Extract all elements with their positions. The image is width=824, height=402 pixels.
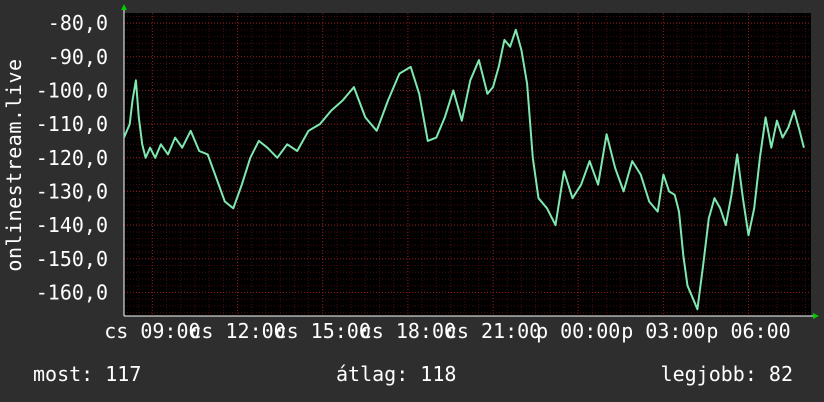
x-tick-label: cs 15:00 (275, 319, 371, 343)
x-tick-label: cs 21:00 (445, 319, 541, 343)
y-tick-label: -80,0 (48, 11, 108, 35)
x-tick-label: cs 12:00 (189, 319, 285, 343)
y-tick-label: -100,0 (36, 78, 108, 102)
y-tick-label: -120,0 (36, 146, 108, 170)
y-tick-label: -110,0 (36, 112, 108, 136)
plot-area (124, 13, 811, 316)
current-value: most: 117 (33, 362, 142, 386)
y-tick-label: -90,0 (48, 45, 108, 69)
x-tick-labels: cs 09:00cs 12:00cs 15:00cs 18:00cs 21:00… (104, 319, 790, 343)
best-value: legjobb: 82 (660, 362, 793, 386)
x-axis-arrow (813, 313, 819, 319)
y-tick-label: -150,0 (36, 247, 108, 271)
y-tick-label: -140,0 (36, 213, 108, 237)
x-tick-label: p 00:00 (536, 319, 620, 343)
average-value: átlag: 118 (336, 362, 457, 386)
y-axis-label-box: onlinestream.live (2, 0, 26, 330)
y-axis-label: onlinestream.live (2, 58, 26, 272)
x-tick-label: p 06:00 (706, 319, 790, 343)
y-tick-label: -160,0 (36, 280, 108, 304)
line-chart: -80,0 -90,0 -100,0 -110,0 -120,0 -130,0 -140,0… (36, 4, 819, 343)
y-tick-label: -130,0 (36, 179, 108, 203)
y-axis-arrow (121, 4, 127, 10)
x-tick-label: cs 18:00 (360, 319, 456, 343)
x-tick-label: p 03:00 (621, 319, 705, 343)
y-tick-labels: -80,0 -90,0 -100,0 -110,0 -120,0 -130,0 -140,0… (36, 11, 108, 304)
x-tick-label: cs 09:00 (104, 319, 200, 343)
